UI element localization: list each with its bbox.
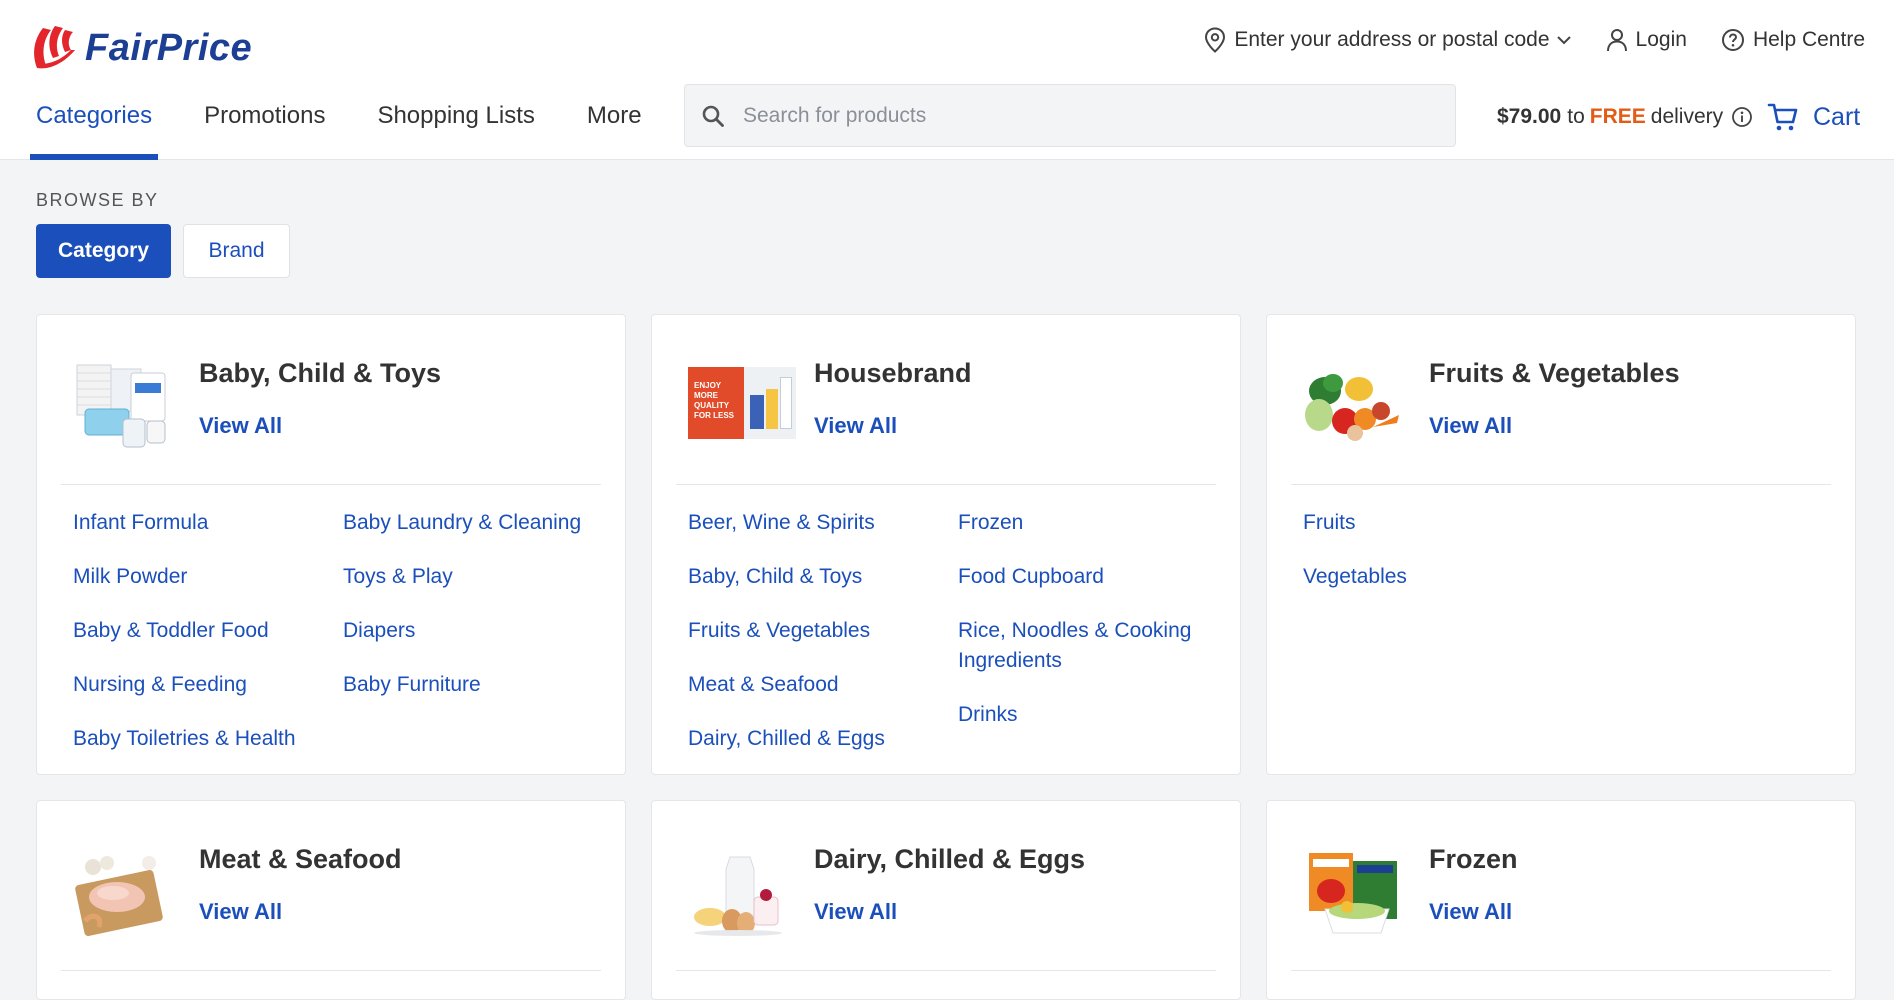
subcategory-link[interactable]: Beer, Wine & Spirits (688, 508, 938, 538)
subcategory-link[interactable]: Dairy, Chilled & Eggs (688, 724, 938, 754)
cart-label: Cart (1813, 102, 1861, 131)
view-all-link[interactable]: View All (1429, 899, 1512, 925)
subcategory-link[interactable]: Baby Furniture (343, 670, 593, 700)
subcategory-link[interactable]: Nursing & Feeding (73, 670, 323, 700)
subcategory-link[interactable]: Milk Powder (73, 562, 323, 592)
tab-categories[interactable]: Categories (30, 90, 159, 160)
browse-by-label: BROWSE BY (36, 190, 159, 210)
housebrand-banner-text: ENJOY MORE QUALITY FOR LESS (694, 381, 735, 420)
card-title: Baby, Child & Toys (199, 358, 442, 388)
housebrand-product (780, 377, 792, 429)
top-utility-bar: Enter your address or postal code Login … (1170, 22, 1865, 58)
search-icon (702, 105, 724, 127)
meat-seafood-image[interactable] (73, 847, 173, 937)
shopping-cart-icon (1767, 103, 1798, 131)
delivery-amount: $79.00 (1497, 105, 1562, 128)
location-pin-icon (1205, 27, 1226, 53)
chevron-down-icon (1556, 36, 1571, 45)
subcategory-link[interactable]: Baby Toiletries & Health (73, 724, 323, 754)
login-label: Login (1635, 28, 1687, 51)
housebrand-product (750, 395, 764, 429)
card-title: Housebrand (814, 358, 972, 388)
card-title: Meat & Seafood (199, 844, 402, 874)
info-icon[interactable] (1731, 106, 1753, 128)
tab-shopping-lists[interactable]: Shopping Lists (371, 90, 540, 160)
card-header: Meat & Seafood View All (37, 801, 625, 971)
card-title: Fruits & Vegetables (1429, 358, 1680, 388)
search-input[interactable] (741, 102, 1421, 129)
help-centre-label: Help Centre (1752, 28, 1865, 51)
card-divider (61, 484, 601, 485)
baby-products-image[interactable] (73, 361, 173, 451)
card-header: Frozen View All (1267, 801, 1855, 971)
tab-promotions[interactable]: Promotions (198, 90, 331, 160)
tab-more[interactable]: More (581, 90, 648, 160)
frozen-food-image[interactable] (1303, 847, 1403, 937)
subcategory-link[interactable]: Diapers (343, 616, 593, 646)
category-card-dairy-eggs: Dairy, Chilled & Eggs View All (651, 800, 1241, 1000)
subcategory-link[interactable]: Rice, Noodles & Cooking Ingredients (958, 616, 1208, 676)
card-title: Frozen (1429, 844, 1518, 874)
view-all-link[interactable]: View All (814, 413, 897, 439)
user-icon (1606, 29, 1627, 52)
view-all-link[interactable]: View All (1429, 413, 1512, 439)
fairprice-logo[interactable]: FairPrice (29, 22, 252, 74)
fruits-vegetables-image[interactable] (1303, 361, 1403, 451)
browse-category-button[interactable]: Category (36, 224, 171, 278)
card-header: ENJOY MORE QUALITY FOR LESS Housebrand V… (652, 315, 1240, 485)
view-all-link[interactable]: View All (199, 899, 282, 925)
category-card-fruits-vegetables: Fruits & Vegetables View All Fruits Vege… (1266, 314, 1856, 775)
card-header: Baby, Child & Toys View All (37, 315, 625, 485)
card-divider (676, 484, 1216, 485)
site-header: FairPrice Enter your address or postal c… (0, 0, 1894, 160)
search-bar[interactable] (684, 84, 1456, 147)
main-nav: Categories Promotions Shopping Lists Mor… (30, 90, 688, 160)
card-divider (1291, 484, 1831, 485)
login-link[interactable]: Login (1606, 28, 1687, 52)
subcategory-link[interactable]: Vegetables (1303, 562, 1553, 592)
category-card-baby: Baby, Child & Toys View All Infant Formu… (36, 314, 626, 775)
dairy-eggs-image[interactable] (688, 847, 788, 937)
subcategory-link[interactable]: Infant Formula (73, 508, 323, 538)
category-card-meat-seafood: Meat & Seafood View All (36, 800, 626, 1000)
help-centre-link[interactable]: Help Centre (1721, 28, 1865, 52)
housebrand-banner-image[interactable]: ENJOY MORE QUALITY FOR LESS (688, 367, 796, 439)
delivery-free-text: FREE (1589, 105, 1646, 128)
cart-button[interactable]: Cart (1767, 98, 1860, 136)
category-card-frozen: Frozen View All (1266, 800, 1856, 1000)
subcategory-link[interactable]: Food Cupboard (958, 562, 1208, 592)
view-all-link[interactable]: View All (814, 899, 897, 925)
card-title: Dairy, Chilled & Eggs (814, 844, 1086, 874)
address-selector[interactable]: Enter your address or postal code (1204, 27, 1571, 53)
subcategory-link[interactable]: Toys & Play (343, 562, 593, 592)
card-header: Fruits & Vegetables View All (1267, 315, 1855, 485)
subcategory-link[interactable]: Fruits (1303, 508, 1553, 538)
view-all-link[interactable]: View All (199, 413, 282, 439)
fairprice-logo-icon (34, 26, 75, 69)
delivery-suffix: delivery (1650, 105, 1724, 128)
card-header: Dairy, Chilled & Eggs View All (652, 801, 1240, 971)
logo-wordmark: FairPrice (85, 26, 253, 69)
subcategory-link[interactable]: Baby, Child & Toys (688, 562, 938, 592)
address-label: Enter your address or postal code (1234, 28, 1550, 51)
category-card-housebrand: ENJOY MORE QUALITY FOR LESS Housebrand V… (651, 314, 1241, 775)
subcategory-link[interactable]: Fruits & Vegetables (688, 616, 938, 646)
browse-brand-button[interactable]: Brand (183, 224, 290, 278)
subcategory-link[interactable]: Baby Laundry & Cleaning (343, 508, 593, 538)
subcategory-link[interactable]: Drinks (958, 700, 1208, 730)
delivery-to-text: to (1567, 105, 1585, 128)
free-delivery-threshold: $79.00 to FREE delivery (1497, 100, 1753, 134)
subcategory-link[interactable]: Frozen (958, 508, 1208, 538)
subcategory-link[interactable]: Baby & Toddler Food (73, 616, 323, 646)
help-circle-icon (1721, 29, 1744, 51)
subcategory-link[interactable]: Meat & Seafood (688, 670, 938, 700)
housebrand-product (766, 389, 778, 429)
